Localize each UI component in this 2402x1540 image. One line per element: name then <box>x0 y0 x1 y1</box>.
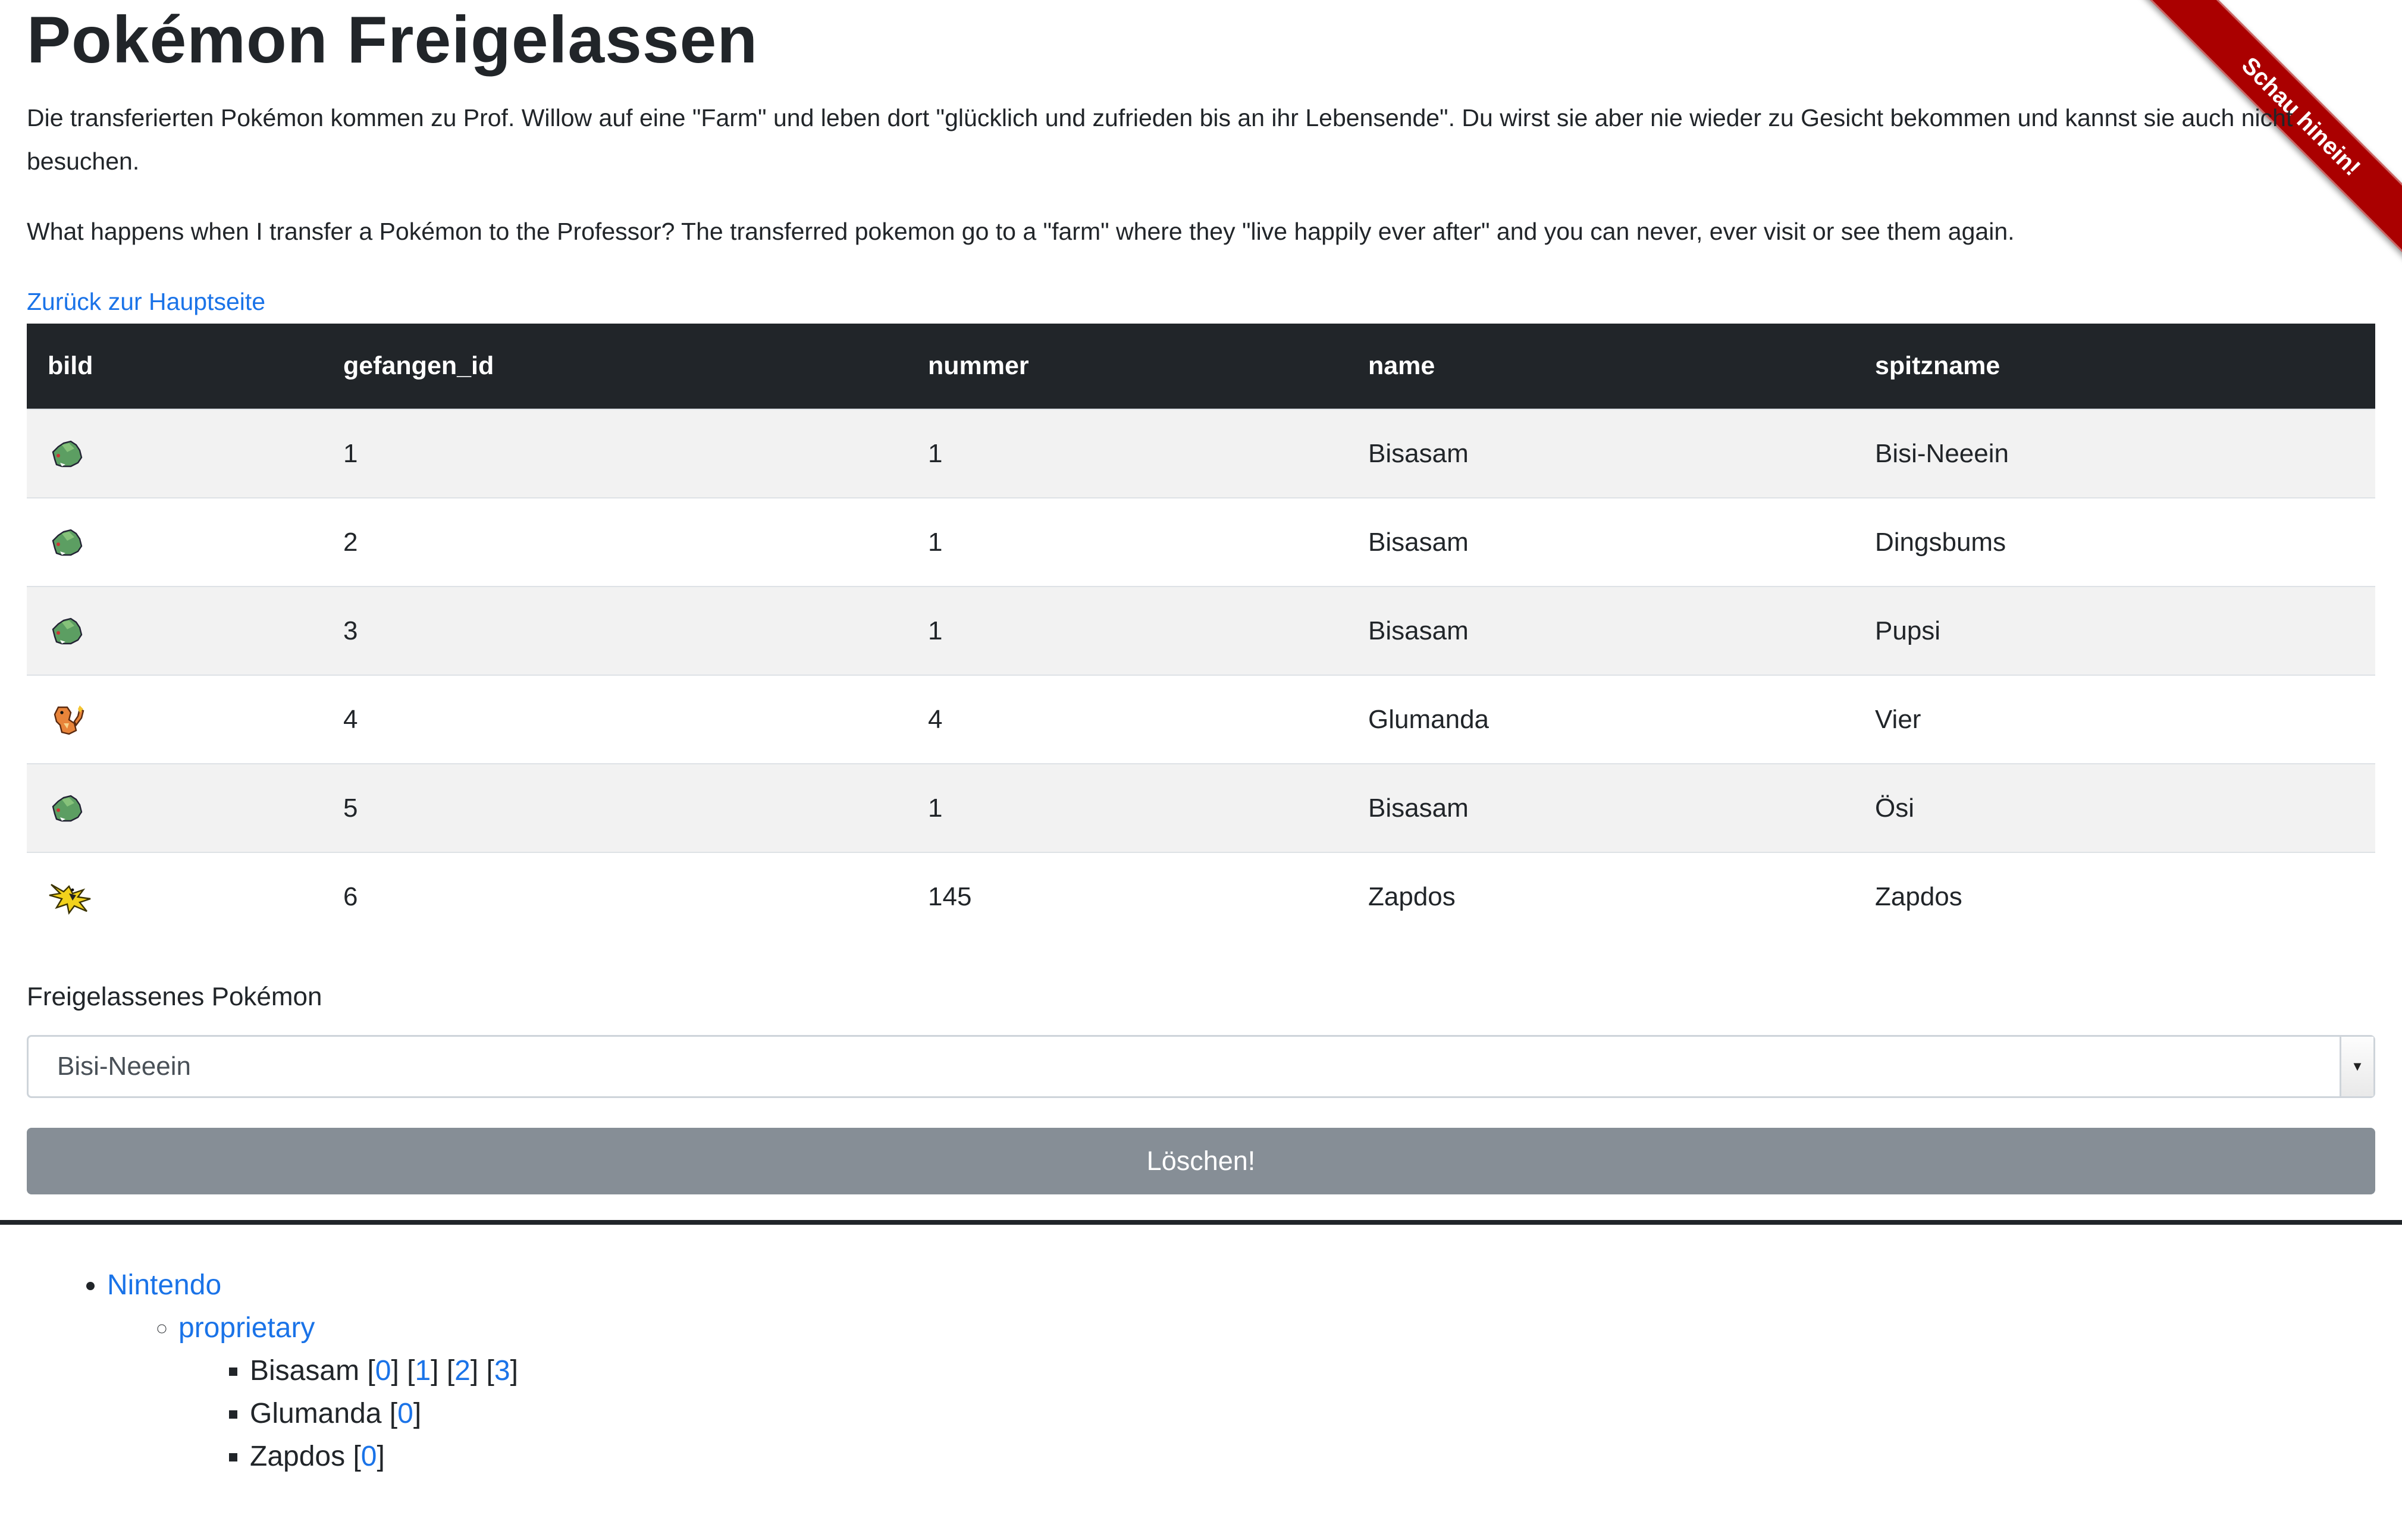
tree-item-bisasam: Bisasam [0] [1] [2] [3] <box>250 1350 518 1392</box>
tree-item-link[interactable]: 0 <box>375 1355 391 1387</box>
delete-button[interactable]: Löschen! <box>27 1128 2375 1194</box>
cell-name: Bisasam <box>1347 763 1854 852</box>
released-pokemon-select[interactable]: Bisi-Neeein ▼ <box>27 1035 2375 1098</box>
tree-item-zapdos: Zapdos [0] <box>250 1435 518 1478</box>
cell-gefangen-id: 4 <box>322 675 907 764</box>
cell-nummer: 1 <box>907 497 1347 586</box>
footer-divider <box>0 1220 2402 1225</box>
sprite-cell <box>27 763 322 852</box>
tree-item-name: Bisasam <box>250 1355 360 1387</box>
cell-name: Bisasam <box>1347 409 1854 498</box>
page-title: Pokémon Freigelassen <box>27 3 758 77</box>
cell-name: Zapdos <box>1347 852 1854 940</box>
table-row: 5 1 Bisasam Ösi <box>27 763 2375 852</box>
sprite-cell <box>27 852 322 940</box>
column-header-nummer: nummer <box>907 324 1347 409</box>
cell-name: Glumanda <box>1347 675 1854 764</box>
cell-nummer: 4 <box>907 675 1347 764</box>
cell-gefangen-id: 5 <box>322 763 907 852</box>
select-value[interactable]: Bisi-Neeein <box>57 1037 191 1096</box>
sprite-cell <box>27 409 322 498</box>
back-to-home-link[interactable]: Zurück zur Hauptseite <box>27 280 2375 324</box>
cell-spitzname: Ösi <box>1854 763 2375 852</box>
dropdown-arrow-icon[interactable]: ▼ <box>2340 1037 2373 1096</box>
intro-german: Die transferierten Pokémon kommen zu Pro… <box>27 104 2293 175</box>
bulbasaur-sprite-icon <box>52 529 83 556</box>
cell-spitzname: Zapdos <box>1854 852 2375 940</box>
column-header-bild: bild <box>27 324 322 409</box>
tree-item-link[interactable]: 2 <box>454 1355 471 1387</box>
tree-item-name: Glumanda <box>250 1398 382 1429</box>
cell-nummer: 1 <box>907 586 1347 675</box>
tree-item-link[interactable]: 0 <box>397 1398 413 1429</box>
cell-nummer: 1 <box>907 409 1347 498</box>
cell-name: Bisasam <box>1347 586 1854 675</box>
cell-gefangen-id: 2 <box>322 497 907 586</box>
tree-item-link[interactable]: 3 <box>494 1355 510 1387</box>
tree-item-glumanda: Glumanda [0] <box>250 1392 518 1435</box>
tree-node-root: Nintendo proprietary Bisasam [0] [1] [2]… <box>107 1264 518 1478</box>
cell-spitzname: Dingsbums <box>1854 497 2375 586</box>
tree-link-proprietary[interactable]: proprietary <box>178 1312 315 1344</box>
charmander-sprite-icon <box>54 705 84 735</box>
intro-english: What happens when I transfer a Pokémon t… <box>27 218 2015 245</box>
tree-item-link[interactable]: 0 <box>361 1441 377 1472</box>
cell-spitzname: Bisi-Neeein <box>1854 409 2375 498</box>
tree-item-name: Zapdos <box>250 1441 346 1472</box>
bulbasaur-sprite-icon <box>52 440 83 467</box>
bulbasaur-sprite-icon <box>52 795 83 821</box>
bulbasaur-sprite-icon <box>52 617 83 644</box>
table-row: 4 4 Glumanda Vier <box>27 675 2375 764</box>
cell-spitzname: Vier <box>1854 675 2375 764</box>
cell-nummer: 1 <box>907 763 1347 852</box>
table-row: 3 1 Bisasam Pupsi <box>27 586 2375 675</box>
column-header-gefangen-id: gefangen_id <box>322 324 907 409</box>
tree-item-link[interactable]: 1 <box>415 1355 431 1387</box>
release-select-label: Freigelassenes Pokémon <box>27 982 322 1011</box>
tree-node-child: proprietary Bisasam [0] [1] [2] [3] Glum… <box>178 1307 518 1478</box>
cell-gefangen-id: 6 <box>322 852 907 940</box>
cell-gefangen-id: 1 <box>322 409 907 498</box>
column-header-spitzname: spitzname <box>1854 324 2375 409</box>
cell-gefangen-id: 3 <box>322 586 907 675</box>
column-header-name: name <box>1347 324 1854 409</box>
table-row: 2 1 Bisasam Dingsbums <box>27 497 2375 586</box>
cell-name: Bisasam <box>1347 497 1854 586</box>
category-tree: Nintendo proprietary Bisasam [0] [1] [2]… <box>80 1264 518 1478</box>
sprite-cell <box>27 675 322 764</box>
main-content: Pokémon Freigelassen Die transferierten … <box>27 0 2375 1194</box>
table-header-row: bild gefangen_id nummer name spitzname <box>27 324 2375 409</box>
sprite-cell <box>27 586 322 675</box>
cell-nummer: 145 <box>907 852 1347 940</box>
released-pokemon-table: bild gefangen_id nummer name spitzname 1 <box>27 324 2375 940</box>
tree-link-nintendo[interactable]: Nintendo <box>107 1269 221 1301</box>
table-row: 1 1 Bisasam Bisi-Neeein <box>27 409 2375 498</box>
zapdos-sprite-icon <box>49 883 91 915</box>
table-row: 6 145 Zapdos Zapdos <box>27 852 2375 940</box>
sprite-cell <box>27 497 322 586</box>
cell-spitzname: Pupsi <box>1854 586 2375 675</box>
